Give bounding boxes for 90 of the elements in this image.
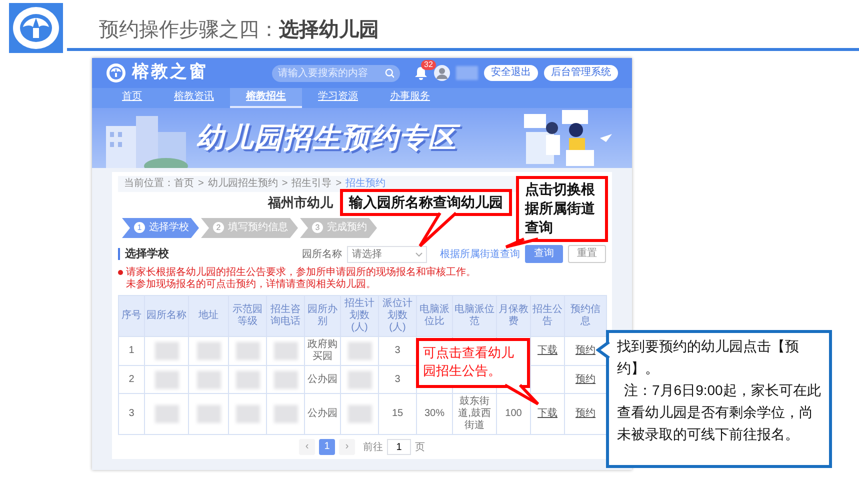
column-header: 地址 <box>188 296 228 336</box>
blurred-block <box>348 370 372 388</box>
table-link[interactable]: 预约 <box>576 345 596 356</box>
header-button[interactable]: 后台管理系统 <box>544 65 618 81</box>
notice-text: 未参加现场报名的可点击预约，详情请查阅相关幼儿园。 <box>126 279 376 291</box>
blurred-block <box>236 370 260 388</box>
column-header: 招生公告 <box>530 296 564 336</box>
bell-icon <box>414 66 428 80</box>
nav-tab[interactable]: 榕教资讯 <box>158 88 230 108</box>
breadcrumb-separator: > <box>336 178 342 189</box>
blurred-block <box>196 405 220 423</box>
nav-tab[interactable]: 首页 <box>106 88 158 108</box>
column-header: 园所办别 <box>304 296 340 336</box>
next-page-button[interactable]: › <box>339 439 355 455</box>
callout-text: 输入园所名称查询幼儿园 <box>349 193 503 212</box>
column-header: 招生计划数(人) <box>340 296 378 336</box>
page-button[interactable]: 1 <box>319 439 335 455</box>
table-cell: 3 <box>118 394 144 434</box>
breadcrumb-separator: > <box>198 178 204 189</box>
search-button[interactable]: 查询 <box>525 245 563 263</box>
table-link[interactable]: 下载 <box>538 408 558 419</box>
breadcrumb-separator: > <box>282 178 288 189</box>
callout-text: 注：7月6日9:00起，家长可在此查看幼儿园是否有剩余学位，尚未被录取的可线下前往报名。 <box>617 381 821 444</box>
reset-button[interactable]: 重置 <box>568 245 606 263</box>
breadcrumb-link[interactable]: 幼儿园招生预约 <box>208 178 278 189</box>
slide-title: 预约操作步骤之四：选择幼儿园 <box>99 18 380 42</box>
breadcrumb-link[interactable]: 首页 <box>174 178 194 189</box>
column-header: 电脑派位范 <box>452 296 496 336</box>
table-cell: 公办园 <box>304 366 340 394</box>
header-button[interactable]: 安全退出 <box>484 65 538 81</box>
nav-tab[interactable]: 办事服务 <box>374 88 446 108</box>
column-header: 电脑派位比 <box>416 296 452 336</box>
street-search-link[interactable]: 根据所属街道查询 <box>440 246 520 262</box>
select-field[interactable]: 请选择 <box>347 246 427 262</box>
avatar-icon <box>434 65 450 81</box>
callout-text: 找到要预约的幼儿园点击【预约】。 <box>617 337 800 378</box>
table-cell: 政府购买园 <box>304 336 340 366</box>
table-cell: 2 <box>118 366 144 394</box>
table-link[interactable]: 预约 <box>576 374 596 384</box>
caret-icon <box>415 250 423 258</box>
notification-badge: 32 <box>421 60 436 70</box>
page-title: 福州市幼儿 <box>268 194 333 212</box>
goto-label: 前往 <box>363 440 383 454</box>
blurred-block <box>196 370 220 388</box>
blurred-block <box>348 342 372 360</box>
blurred-block <box>154 342 178 360</box>
column-header: 序号 <box>118 296 144 336</box>
table-cell: 公办园 <box>304 394 340 434</box>
step-indicator: 3 完成预约 <box>300 218 377 238</box>
blurred-block <box>274 342 298 360</box>
table-cell: 15 <box>378 394 416 434</box>
page-input[interactable]: 1 <box>387 439 411 455</box>
section-title: 选择学校 <box>118 248 169 260</box>
column-header: 园所名称 <box>144 296 188 336</box>
notice-text: 请家长根据各幼儿园的招生公告要求，参加所申请园所的现场报名和审核工作。 <box>126 267 476 278</box>
search-icon <box>384 68 394 78</box>
previous-page-button[interactable]: ‹ <box>299 439 315 455</box>
column-header: 招生咨询电话 <box>266 296 304 336</box>
blurred-block <box>274 405 298 423</box>
column-header: 预约信息 <box>564 296 606 336</box>
logo-icon <box>106 63 126 83</box>
search-field[interactable]: 请输入要搜索的内容 <box>272 64 400 82</box>
column-header: 示范园等级 <box>228 296 266 336</box>
nav-tab[interactable]: 学习资源 <box>302 88 374 108</box>
kindergarten-logo-icon <box>9 3 63 53</box>
blurred-block <box>236 405 260 423</box>
step-indicator: 2 填写预约信息 <box>201 218 298 238</box>
page-suffix: 页 <box>415 440 425 454</box>
table-cell: 1 <box>118 336 144 366</box>
breadcrumb-link[interactable]: 招生预约 <box>346 178 386 189</box>
blurred-block <box>196 342 220 360</box>
column-header: 月保教费 <box>496 296 530 336</box>
blurred-block <box>348 405 372 423</box>
table-cell: 鼓东街道,鼓西街道 <box>452 394 496 434</box>
brand-name: 榕教之窗 <box>132 61 208 84</box>
callout-text: 可点击查看幼儿园招生公告。 <box>423 344 515 380</box>
callout-text: 点击切换根据所属街道查询 <box>525 180 596 237</box>
blurred-block <box>274 370 298 388</box>
column-header: 派位计划数(人) <box>378 296 416 336</box>
breadcrumb-link[interactable]: 招生引导 <box>292 178 332 189</box>
blurred-block <box>236 342 260 360</box>
blurred-block <box>456 66 478 80</box>
blurred-block <box>154 405 178 423</box>
step-indicator: 1 选择学校 <box>122 218 199 238</box>
table-link[interactable]: 预约 <box>576 408 596 419</box>
field-label: 园所名称 <box>302 248 342 262</box>
blurred-block <box>154 370 178 388</box>
table-cell: 30% <box>416 394 452 434</box>
breadcrumb-label: 当前位置： <box>124 178 174 189</box>
bullet-icon <box>118 270 123 275</box>
